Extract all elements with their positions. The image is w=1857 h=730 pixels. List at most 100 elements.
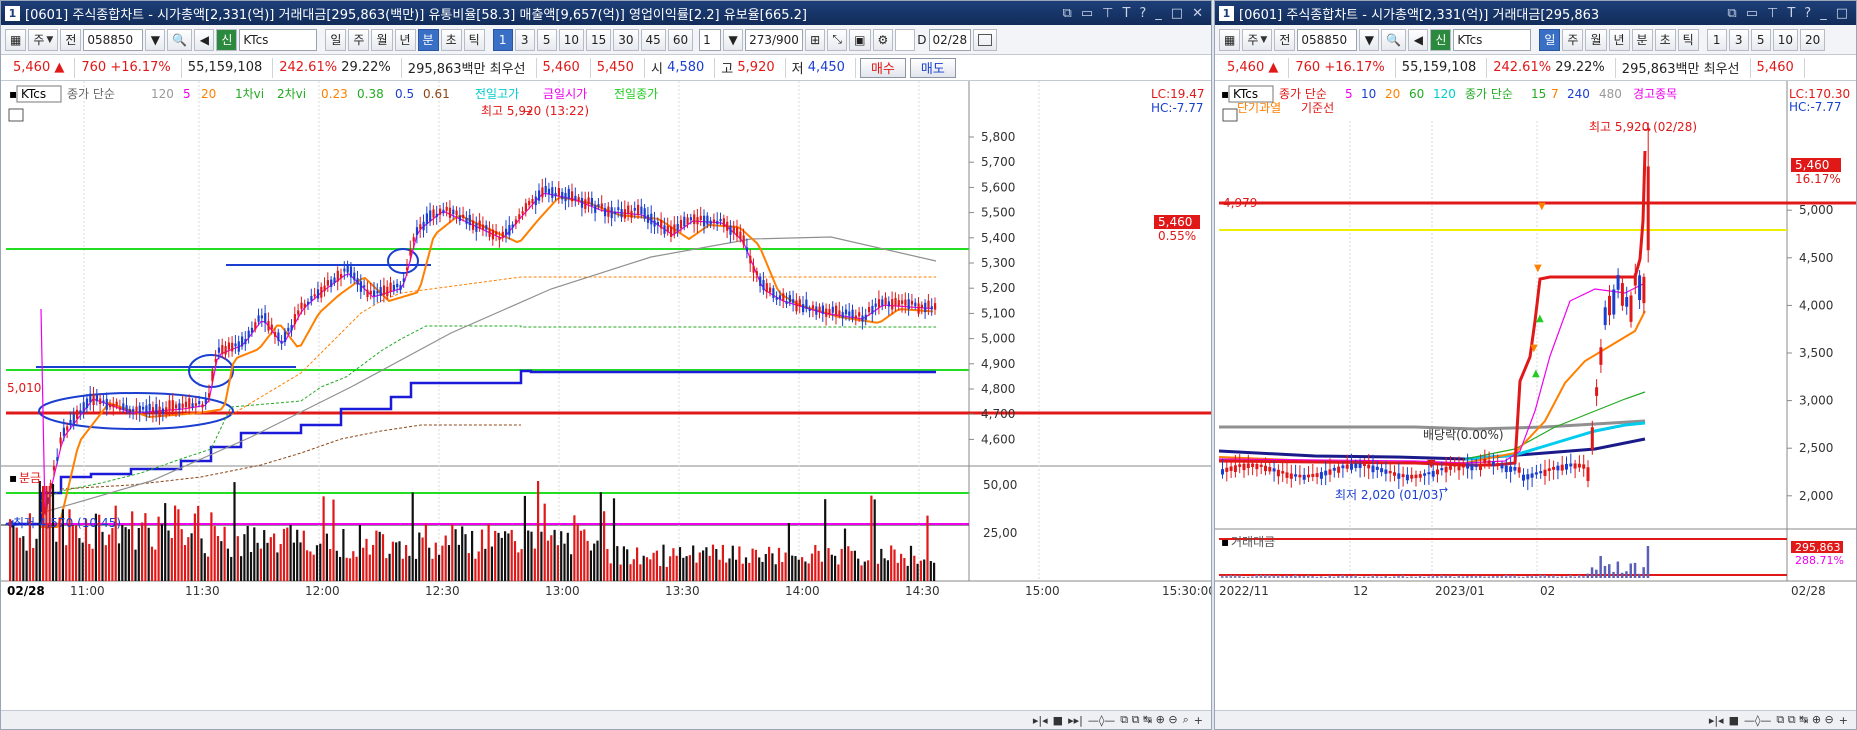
gear-icon[interactable]: ⚙: [872, 28, 894, 51]
help-icon[interactable]: ?: [1139, 6, 1146, 21]
view-icons[interactable]: ⧉ ⧉ ↹ ⊕ ⊖: [1120, 713, 1177, 727]
search-icon[interactable]: 🔍: [1381, 28, 1407, 51]
market-all-button[interactable]: 전: [60, 28, 82, 51]
market-all-button[interactable]: 전: [1274, 28, 1296, 51]
volume-bar: [1298, 575, 1301, 578]
scroll-bar[interactable]: ▸|◂ ■ ▸▸| —◊— ⧉ ⧉ ↹ ⊕ ⊖ ⌕ +: [1, 710, 1211, 729]
scroll-last-icon[interactable]: ▸▸|: [1068, 714, 1083, 727]
stock-code-input[interactable]: 058850: [1297, 28, 1358, 51]
zoom-slider[interactable]: —◊—: [1088, 714, 1115, 727]
link-icon[interactable]: ⧉: [1063, 6, 1072, 21]
interval-button-4[interactable]: 20: [1799, 28, 1826, 51]
pin-icon[interactable]: ⊤: [1102, 6, 1113, 21]
save-icon[interactable]: ▣: [849, 28, 871, 51]
code-dropdown-icon[interactable]: ▼: [1359, 28, 1380, 51]
stock-name-field[interactable]: KTcs: [239, 28, 318, 51]
search-icon[interactable]: 🔍: [167, 28, 193, 51]
text-icon[interactable]: T: [1122, 6, 1130, 21]
candle-body: [208, 393, 211, 398]
stop-icon[interactable]: ■: [1053, 714, 1063, 727]
period-button-0[interactable]: 일: [325, 28, 347, 51]
period-button-6[interactable]: 틱: [1677, 28, 1699, 51]
period-button-4[interactable]: 분: [1631, 28, 1653, 51]
scroll-first-icon[interactable]: ▸|◂: [1033, 714, 1048, 727]
calendar-icon[interactable]: [972, 28, 997, 51]
maximize-icon[interactable]: □: [1171, 6, 1183, 21]
candle-body: [448, 207, 452, 218]
period-button-2[interactable]: 월: [1585, 28, 1607, 51]
grid-toggle-icon[interactable]: [1222, 108, 1238, 122]
title-bar[interactable]: 1 [0601] 주식종합차트 - 시가총액[2,331(억)] 거래대금[29…: [1, 1, 1211, 25]
chart-settings-icon[interactable]: ▦: [1219, 28, 1241, 51]
sell-button[interactable]: 매도: [909, 57, 956, 78]
market-type-select[interactable]: 주 ▼: [28, 28, 59, 51]
interval-button-7[interactable]: 60: [667, 28, 694, 51]
date-checkbox[interactable]: [895, 28, 916, 51]
period-button-4[interactable]: 분: [417, 28, 439, 51]
period-button-1[interactable]: 주: [348, 28, 370, 51]
interval-button-0[interactable]: 1: [492, 28, 513, 51]
zoom-in-icon[interactable]: +: [1839, 714, 1848, 727]
zoom-slider[interactable]: —◊—: [1744, 714, 1771, 727]
restore-icon[interactable]: ▭: [1081, 6, 1093, 21]
count-field[interactable]: 273/900: [745, 28, 804, 51]
period-button-5[interactable]: 초: [440, 28, 462, 51]
scroll-first-icon[interactable]: ▸|◂: [1709, 714, 1724, 727]
period-button-3[interactable]: 년: [1608, 28, 1630, 51]
interval-dropdown-icon[interactable]: ▼: [723, 28, 744, 51]
interval-button-1[interactable]: 3: [1728, 28, 1749, 51]
link-icon[interactable]: ⧉: [1727, 6, 1736, 21]
minimize-icon[interactable]: _: [1820, 6, 1827, 21]
speaker-icon[interactable]: ◀: [1408, 28, 1429, 51]
speaker-icon[interactable]: ◀: [194, 28, 215, 51]
interval-button-6[interactable]: 45: [640, 28, 666, 51]
period-button-0[interactable]: 일: [1539, 28, 1561, 51]
maximize-icon[interactable]: □: [1836, 6, 1848, 21]
close-icon[interactable]: ✕: [1192, 6, 1203, 21]
market-type-select[interactable]: 주 ▼: [1242, 28, 1273, 51]
stock-name-field[interactable]: KTcs: [1453, 28, 1532, 51]
minimize-icon[interactable]: _: [1155, 6, 1162, 21]
interval-button-1[interactable]: 3: [514, 28, 535, 51]
date-field[interactable]: 02/28: [928, 28, 971, 51]
period-button-5[interactable]: 초: [1654, 28, 1676, 51]
zoom-in-icon[interactable]: +: [1194, 714, 1203, 727]
indicator-icon[interactable]: ⊞: [805, 28, 826, 51]
volume-bar: [1225, 575, 1228, 578]
interval-button-3[interactable]: 10: [558, 28, 584, 51]
restore-icon[interactable]: ▭: [1746, 6, 1758, 21]
interval-button-2[interactable]: 5: [536, 28, 557, 51]
candle-body: [802, 304, 805, 313]
volume-bar: [801, 557, 804, 581]
period-button-2[interactable]: 월: [371, 28, 393, 51]
candle-body: [280, 341, 283, 344]
scroll-bar[interactable]: ▸|◂ ■ —◊— ⧉ ⧉ ↹ ⊕ ⊖ +: [1215, 710, 1856, 729]
interval-button-3[interactable]: 10: [1772, 28, 1798, 51]
interval-input[interactable]: 1: [699, 28, 722, 51]
interval-button-5[interactable]: 30: [613, 28, 639, 51]
stop-icon[interactable]: ■: [1729, 714, 1739, 727]
draw-tool-icon[interactable]: ⤡: [827, 28, 848, 51]
view-icons[interactable]: ⧉ ⧉ ↹ ⊕ ⊖: [1776, 713, 1833, 727]
help-icon[interactable]: ?: [1804, 6, 1811, 21]
code-dropdown-icon[interactable]: ▼: [145, 28, 166, 51]
interval-button-4[interactable]: 15: [585, 28, 612, 51]
volume-bar: [649, 559, 652, 581]
period-button-6[interactable]: 틱: [463, 28, 485, 51]
period-button-3[interactable]: 년: [394, 28, 416, 51]
interval-button-2[interactable]: 5: [1750, 28, 1771, 51]
chart-settings-icon[interactable]: ▦: [5, 28, 27, 51]
intraday-chart[interactable]: →◀ 5,8005,7005,6005,5005,4005,3005,2005,…: [1, 81, 1212, 692]
period-button-1[interactable]: 주: [1562, 28, 1584, 51]
buy-button[interactable]: 매수: [859, 57, 906, 78]
magnifier-icon[interactable]: ⌕: [1183, 713, 1189, 727]
price-change: 760 +16.17%: [75, 57, 182, 78]
volume-bar: [523, 495, 526, 581]
text-icon[interactable]: T: [1787, 6, 1795, 21]
interval-button-0[interactable]: 1: [1706, 28, 1727, 51]
daily-chart[interactable]: ▼▼▼▲▲▼→→ 5,0004,5004,0003,5003,0002,5002…: [1215, 81, 1857, 692]
stock-code-input[interactable]: 058850: [83, 28, 144, 51]
pin-icon[interactable]: ⊤: [1767, 6, 1778, 21]
title-bar[interactable]: 1 [0601] 주식종합차트 - 시가총액[2,331(억)] 거래대금[29…: [1215, 1, 1856, 25]
grid-toggle-icon[interactable]: [8, 108, 24, 122]
